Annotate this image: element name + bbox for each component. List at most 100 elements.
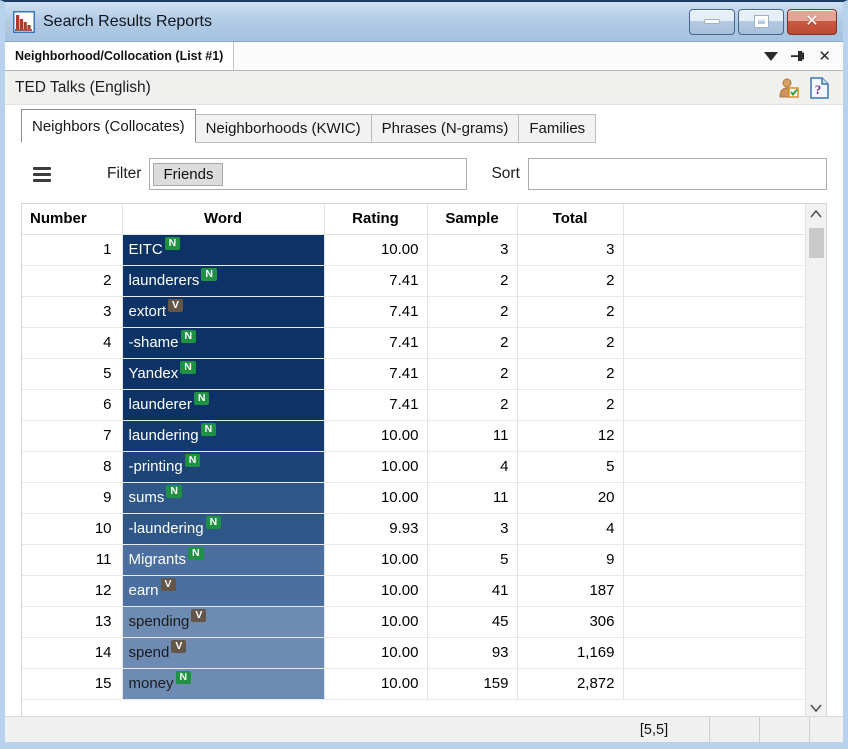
rating-cell: 7.41 — [324, 389, 427, 420]
sample-cell: 93 — [427, 637, 517, 668]
sort-input-wrap[interactable] — [528, 158, 827, 190]
table-row[interactable]: 8-printingN10.0045 — [22, 451, 805, 482]
menu-icon[interactable] — [33, 167, 51, 182]
scroll-up-icon[interactable] — [806, 204, 826, 224]
row-number-cell: 9 — [22, 482, 122, 513]
word-cell[interactable]: sumsN — [122, 482, 324, 513]
table-row[interactable]: 13spendingV10.0045306 — [22, 606, 805, 637]
tab-2[interactable]: Phrases (N-grams) — [372, 114, 520, 143]
sample-cell: 3 — [427, 234, 517, 265]
sort-input[interactable] — [532, 159, 823, 189]
help-icon[interactable]: ? — [810, 77, 829, 99]
word-cell[interactable]: YandexN — [122, 358, 324, 389]
total-cell: 2 — [517, 265, 623, 296]
user-profile-icon[interactable] — [778, 77, 800, 99]
table-row[interactable]: 9sumsN10.001120 — [22, 482, 805, 513]
scroll-down-icon[interactable] — [806, 698, 826, 716]
word-cell[interactable]: earnV — [122, 575, 324, 606]
word-cell[interactable]: MigrantsN — [122, 544, 324, 575]
sample-cell: 2 — [427, 358, 517, 389]
rating-cell: 10.00 — [324, 606, 427, 637]
dropdown-icon[interactable] — [764, 52, 778, 61]
word-cell[interactable]: launderingN — [122, 420, 324, 451]
word-text: -laundering — [129, 520, 204, 537]
vertical-scrollbar[interactable] — [805, 204, 826, 716]
sample-cell: 45 — [427, 606, 517, 637]
app-window: Search Results Reports ✕ Neighborhood/Co… — [0, 0, 848, 749]
table-row[interactable]: 10-launderingN9.9334 — [22, 513, 805, 544]
row-number-cell: 12 — [22, 575, 122, 606]
filler-cell — [623, 668, 805, 699]
tab-0[interactable]: Neighbors (Collocates) — [21, 109, 196, 143]
report-tab[interactable]: Neighborhood/Collocation (List #1) — [5, 42, 234, 70]
sample-cell: 5 — [427, 544, 517, 575]
rating-cell: 9.93 — [324, 513, 427, 544]
table-row[interactable]: 12earnV10.0041187 — [22, 575, 805, 606]
close-icon: ✕ — [805, 14, 818, 30]
table-row[interactable]: 3extortV7.4122 — [22, 296, 805, 327]
corpus-title: TED Talks (English) — [15, 79, 778, 97]
filter-input[interactable]: Friends — [149, 158, 467, 190]
column-header-number[interactable]: Number — [22, 204, 122, 234]
word-text: launderers — [129, 272, 200, 289]
pin-icon[interactable] — [790, 48, 806, 64]
table-header-row: Number Word Rating Sample Total — [22, 204, 805, 234]
main-content: Neighbors (Collocates)Neighborhoods (KWI… — [5, 105, 843, 716]
word-text: earn — [129, 582, 159, 599]
word-text: extort — [129, 303, 167, 320]
row-number-cell: 4 — [22, 327, 122, 358]
row-number-cell: 13 — [22, 606, 122, 637]
total-cell: 9 — [517, 544, 623, 575]
word-cell[interactable]: -shameN — [122, 327, 324, 358]
close-button[interactable]: ✕ — [787, 9, 837, 35]
word-cell[interactable]: laundererN — [122, 389, 324, 420]
total-cell: 12 — [517, 420, 623, 451]
column-header-filler — [623, 204, 805, 234]
column-header-sample[interactable]: Sample — [427, 204, 517, 234]
word-cell[interactable]: -printingN — [122, 451, 324, 482]
table-row[interactable]: 7launderingN10.001112 — [22, 420, 805, 451]
row-number-cell: 11 — [22, 544, 122, 575]
filter-chip[interactable]: Friends — [153, 163, 223, 186]
word-text: sums — [129, 489, 165, 506]
sample-cell: 3 — [427, 513, 517, 544]
total-cell: 5 — [517, 451, 623, 482]
sample-cell: 2 — [427, 389, 517, 420]
column-header-word[interactable]: Word — [122, 204, 324, 234]
table-row[interactable]: 4-shameN7.4122 — [22, 327, 805, 358]
total-cell: 187 — [517, 575, 623, 606]
column-header-rating[interactable]: Rating — [324, 204, 427, 234]
word-cell[interactable]: EITCN — [122, 234, 324, 265]
word-cell[interactable]: spendV — [122, 637, 324, 668]
table-row[interactable]: 1EITCN10.0033 — [22, 234, 805, 265]
scrollbar-thumb[interactable] — [809, 228, 824, 258]
pos-badge: N — [180, 361, 196, 375]
close-report-icon[interactable]: ✕ — [818, 47, 831, 65]
maximize-button[interactable] — [738, 9, 784, 35]
column-header-total[interactable]: Total — [517, 204, 623, 234]
word-cell[interactable]: spendingV — [122, 606, 324, 637]
maximize-icon — [755, 16, 768, 27]
table-row[interactable]: 5YandexN7.4122 — [22, 358, 805, 389]
word-cell[interactable]: launderersN — [122, 265, 324, 296]
table-row[interactable]: 6laundererN7.4122 — [22, 389, 805, 420]
word-cell[interactable]: moneyN — [122, 668, 324, 699]
pos-badge: N — [185, 454, 201, 468]
table-row[interactable]: 11MigrantsN10.0059 — [22, 544, 805, 575]
tab-1[interactable]: Neighborhoods (KWIC) — [196, 114, 372, 143]
table-row[interactable]: 14spendV10.00931,169 — [22, 637, 805, 668]
table-row[interactable]: 2launderersN7.4122 — [22, 265, 805, 296]
filler-cell — [623, 420, 805, 451]
minimize-button[interactable] — [689, 9, 735, 35]
sample-cell: 2 — [427, 296, 517, 327]
filler-cell — [623, 544, 805, 575]
rating-cell: 10.00 — [324, 637, 427, 668]
filler-cell — [623, 265, 805, 296]
word-cell[interactable]: extortV — [122, 296, 324, 327]
word-cell[interactable]: -launderingN — [122, 513, 324, 544]
filler-cell — [623, 606, 805, 637]
word-text: -shame — [129, 334, 179, 351]
pos-badge: N — [166, 485, 182, 499]
tab-3[interactable]: Families — [519, 114, 596, 143]
table-row[interactable]: 15moneyN10.001592,872 — [22, 668, 805, 699]
